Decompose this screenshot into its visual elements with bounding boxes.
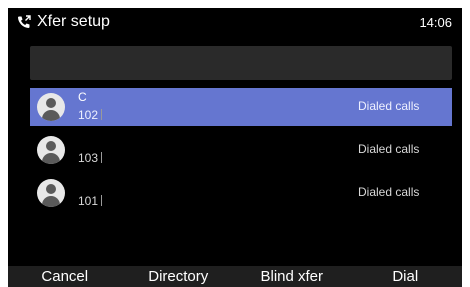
contact-number: 101 xyxy=(78,194,99,208)
text-cursor-icon xyxy=(101,109,103,120)
avatar-icon xyxy=(37,136,65,164)
contact-name: C xyxy=(78,90,87,104)
contact-row-1[interactable]: C 102 Dialed calls xyxy=(30,88,452,126)
contact-row-3[interactable]: 101 Dialed calls xyxy=(30,174,452,212)
contact-number-wrap: 103 xyxy=(78,151,103,165)
avatar-icon xyxy=(37,179,65,207)
text-cursor-icon xyxy=(101,152,103,163)
cancel-softkey[interactable]: Cancel xyxy=(8,266,122,287)
contact-number-wrap: 102 xyxy=(78,108,103,122)
call-type: Dialed calls xyxy=(358,99,420,113)
contact-number: 102 xyxy=(78,108,99,122)
blind-xfer-softkey[interactable]: Blind xfer xyxy=(235,266,349,287)
clock: 14:06 xyxy=(419,15,452,30)
dial-softkey[interactable]: Dial xyxy=(349,266,463,287)
directory-softkey[interactable]: Directory xyxy=(122,266,236,287)
phone-screen: Xfer setup 14:06 C 102 Dialed calls 103 … xyxy=(8,8,462,287)
number-input[interactable] xyxy=(30,46,452,80)
text-cursor-icon xyxy=(101,195,103,206)
call-type: Dialed calls xyxy=(358,142,420,156)
title-bar: Xfer setup 14:06 xyxy=(8,8,462,36)
softkey-bar: Cancel Directory Blind xfer Dial xyxy=(8,266,462,287)
contact-number: 103 xyxy=(78,151,99,165)
call-type: Dialed calls xyxy=(358,185,420,199)
contact-number-wrap: 101 xyxy=(78,194,103,208)
phone-transfer-icon xyxy=(16,14,32,30)
contact-row-2[interactable]: 103 Dialed calls xyxy=(30,131,452,169)
avatar-icon xyxy=(37,93,65,121)
screen-title: Xfer setup xyxy=(37,13,110,30)
